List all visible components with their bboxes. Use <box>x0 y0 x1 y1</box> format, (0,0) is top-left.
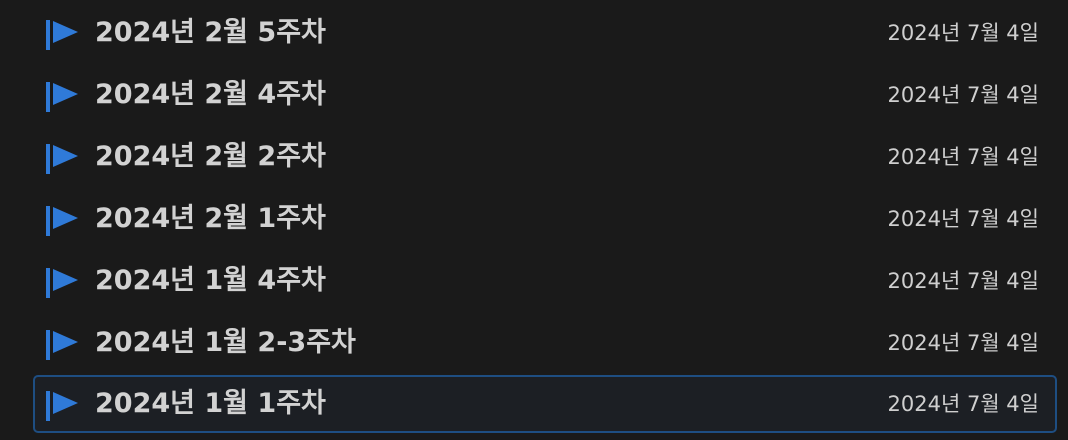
item-title: 2024년 1월 1주차 <box>95 388 326 419</box>
list-item-selected[interactable]: 2024년 1월 1주차 2024년 7월 4일 <box>33 375 1057 433</box>
list-item[interactable]: 2024년 2월 1주차 2024년 7월 4일 <box>33 190 1057 248</box>
item-title: 2024년 2월 1주차 <box>95 203 326 234</box>
item-date: 2024년 7월 4일 <box>887 207 1039 231</box>
flag-icon <box>46 144 78 174</box>
item-title: 2024년 1월 2-3주차 <box>95 327 356 358</box>
flag-icon <box>46 20 78 50</box>
list-item[interactable]: 2024년 1월 4주차 2024년 7월 4일 <box>33 252 1057 310</box>
item-title: 2024년 1월 4주차 <box>95 265 326 296</box>
item-title: 2024년 2월 5주차 <box>95 17 326 48</box>
item-date: 2024년 7월 4일 <box>887 331 1039 355</box>
flag-icon <box>46 206 78 236</box>
list-item[interactable]: 2024년 1월 2-3주차 2024년 7월 4일 <box>33 314 1057 372</box>
item-date: 2024년 7월 4일 <box>887 145 1039 169</box>
item-date: 2024년 7월 4일 <box>887 83 1039 107</box>
list-item[interactable]: 2024년 2월 4주차 2024년 7월 4일 <box>33 66 1057 124</box>
item-date: 2024년 7월 4일 <box>887 21 1039 45</box>
list-item[interactable]: 2024년 2월 2주차 2024년 7월 4일 <box>33 128 1057 186</box>
item-title: 2024년 2월 2주차 <box>95 141 326 172</box>
item-date: 2024년 7월 4일 <box>887 269 1039 293</box>
flag-icon <box>46 330 78 360</box>
flag-icon <box>46 391 78 421</box>
flag-icon <box>46 268 78 298</box>
item-date: 2024년 7월 4일 <box>887 392 1039 416</box>
week-list: 2024년 2월 5주차 2024년 7월 4일 2024년 2월 4주차 20… <box>0 0 1068 440</box>
item-title: 2024년 2월 4주차 <box>95 79 326 110</box>
list-item[interactable]: 2024년 2월 5주차 2024년 7월 4일 <box>33 4 1057 62</box>
flag-icon <box>46 82 78 112</box>
